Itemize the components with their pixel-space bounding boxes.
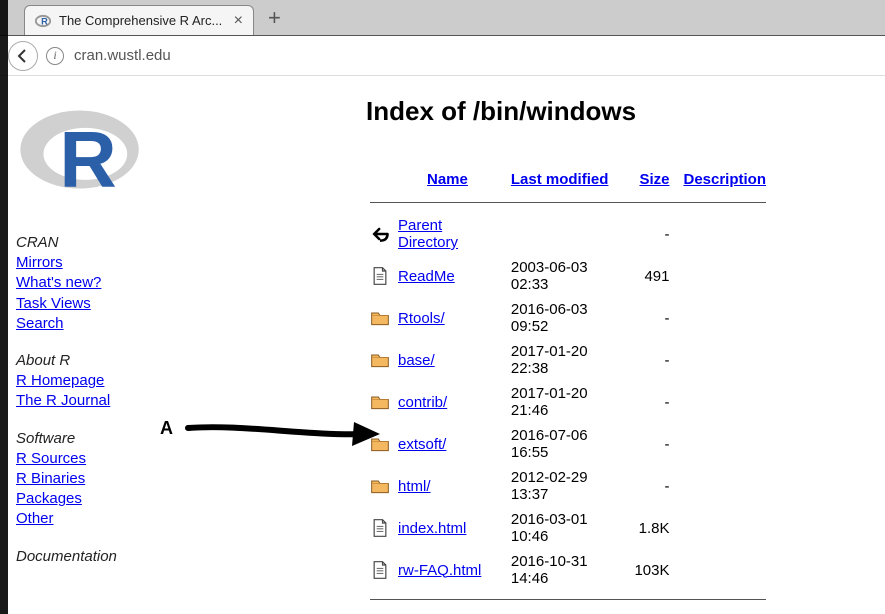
page-title: Index of /bin/windows: [366, 96, 869, 127]
entry-modified: 2016-07-06 16:55: [507, 423, 631, 465]
annotation-arrow: A: [160, 414, 380, 454]
col-size[interactable]: Size: [630, 167, 679, 194]
table-row: Rtools/2016-06-03 09:52-: [366, 297, 776, 339]
entry-modified: 2017-01-20 22:38: [507, 339, 631, 381]
entry-link[interactable]: index.html: [398, 520, 466, 537]
main-panel: Index of /bin/windows Name Last modified…: [366, 96, 869, 608]
sidebar-heading: Software: [16, 430, 156, 447]
svg-text:R: R: [41, 16, 48, 26]
arrow-left-icon: [15, 48, 31, 64]
file-icon: [370, 518, 390, 538]
entry-description: [679, 507, 776, 549]
sidebar-link[interactable]: Packages: [16, 489, 156, 509]
sidebar-link[interactable]: Search: [16, 314, 156, 334]
entry-modified: 2003-06-03 02:33: [507, 255, 631, 297]
address-bar: i: [0, 36, 885, 76]
entry-description: [679, 339, 776, 381]
entry-size: 1.8K: [630, 507, 679, 549]
sidebar-link[interactable]: The R Journal: [16, 391, 156, 411]
entry-link[interactable]: Rtools/: [398, 310, 445, 327]
new-tab-button[interactable]: +: [268, 5, 281, 31]
entry-description: [679, 549, 776, 591]
sidebar-heading: Documentation: [16, 548, 156, 565]
entry-size: -: [630, 381, 679, 423]
entry-description: [679, 465, 776, 507]
sidebar-group: About R R HomepageThe R Journal: [16, 352, 156, 412]
folder-icon: [370, 476, 390, 496]
entry-size: 103K: [630, 549, 679, 591]
parent-directory-icon: [370, 224, 390, 244]
entry-size: -: [630, 465, 679, 507]
tab-favicon-r-icon: R: [35, 13, 51, 29]
directory-listing: Name Last modified Size Description Pare…: [366, 167, 776, 610]
table-row: base/2017-01-20 22:38-: [366, 339, 776, 381]
sidebar-group: Documentation: [16, 548, 156, 565]
sidebar-heading: CRAN: [16, 234, 156, 251]
entry-link[interactable]: extsoft/: [398, 436, 446, 453]
browser-tab[interactable]: R The Comprehensive R Arc... ×: [24, 5, 254, 35]
back-button[interactable]: [8, 41, 38, 71]
entry-size: -: [630, 339, 679, 381]
sidebar-link[interactable]: R Sources: [16, 449, 156, 469]
file-icon: [370, 560, 390, 580]
entry-modified: 2012-02-29 13:37: [507, 465, 631, 507]
entry-description: [679, 381, 776, 423]
sidebar-link[interactable]: R Binaries: [16, 469, 156, 489]
tab-strip: R The Comprehensive R Arc... × +: [0, 0, 885, 36]
site-info-icon[interactable]: i: [46, 47, 64, 65]
entry-description: [679, 423, 776, 465]
table-row: rw-FAQ.html 2016-10-31 14:46103K: [366, 549, 776, 591]
tab-title: The Comprehensive R Arc...: [59, 13, 224, 28]
entry-description: [679, 297, 776, 339]
entry-modified: 2017-01-20 21:46: [507, 381, 631, 423]
table-row: contrib/2017-01-20 21:46-: [366, 381, 776, 423]
entry-size: -: [630, 423, 679, 465]
entry-link[interactable]: Parent Directory: [398, 217, 458, 251]
svg-text:R: R: [59, 115, 116, 204]
tab-close-icon[interactable]: ×: [234, 12, 243, 30]
page-content: R CRAN MirrorsWhat's new?Task ViewsSearch…: [0, 76, 885, 614]
sidebar-link[interactable]: What's new?: [16, 273, 156, 293]
sidebar-link[interactable]: Other: [16, 509, 156, 529]
sidebar-group: CRAN MirrorsWhat's new?Task ViewsSearch: [16, 234, 156, 334]
entry-modified: 2016-10-31 14:46: [507, 549, 631, 591]
sidebar-link[interactable]: Task Views: [16, 294, 156, 314]
col-modified[interactable]: Last modified: [507, 167, 631, 194]
entry-modified: 2016-06-03 09:52: [507, 297, 631, 339]
col-name[interactable]: Name: [394, 167, 507, 194]
table-row: html/2012-02-29 13:37-: [366, 465, 776, 507]
entry-modified: [507, 213, 631, 255]
entry-size: -: [630, 297, 679, 339]
entry-link[interactable]: ReadMe: [398, 268, 455, 285]
sidebar-group: Software R SourcesR BinariesPackagesOther: [16, 430, 156, 530]
entry-modified: 2016-03-01 10:46: [507, 507, 631, 549]
sidebar: R CRAN MirrorsWhat's new?Task ViewsSearch…: [16, 96, 156, 608]
table-row: extsoft/2016-07-06 16:55-: [366, 423, 776, 465]
entry-link[interactable]: contrib/: [398, 394, 447, 411]
col-description[interactable]: Description: [679, 167, 776, 194]
folder-icon: [370, 392, 390, 412]
table-row: Parent Directory -: [366, 213, 776, 255]
annotation-label: A: [160, 418, 173, 439]
entry-description: [679, 213, 776, 255]
url-input[interactable]: [70, 43, 877, 68]
sidebar-link[interactable]: Mirrors: [16, 253, 156, 273]
entry-link[interactable]: base/: [398, 352, 435, 369]
entry-link[interactable]: html/: [398, 478, 431, 495]
folder-icon: [370, 308, 390, 328]
folder-icon: [370, 350, 390, 370]
table-row: index.html 2016-03-01 10:461.8K: [366, 507, 776, 549]
folder-icon: [370, 434, 390, 454]
entry-size: -: [630, 213, 679, 255]
sidebar-heading: About R: [16, 352, 156, 369]
r-logo: R: [16, 96, 146, 206]
entry-description: [679, 255, 776, 297]
table-row: ReadMe 2003-06-03 02:33491: [366, 255, 776, 297]
file-icon: [370, 266, 390, 286]
entry-size: 491: [630, 255, 679, 297]
sidebar-link[interactable]: R Homepage: [16, 371, 156, 391]
entry-link[interactable]: rw-FAQ.html: [398, 562, 481, 579]
